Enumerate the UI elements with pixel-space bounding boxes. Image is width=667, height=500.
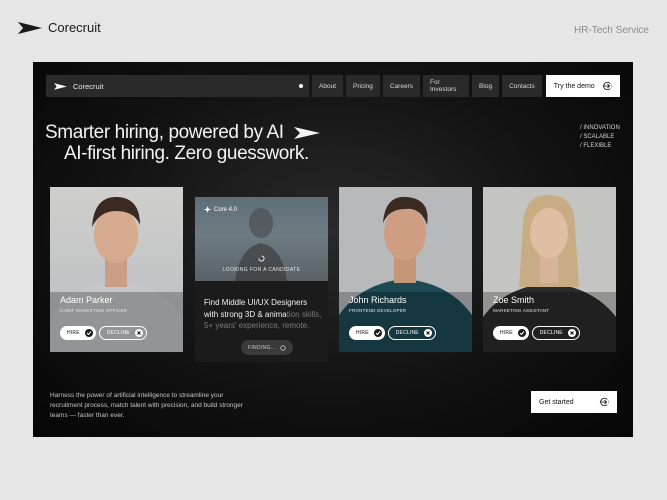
nav-link-careers[interactable]: Careers	[382, 75, 420, 97]
try-demo-button[interactable]: Try the demo	[545, 75, 620, 97]
candidate-name: Adam Parker	[60, 295, 113, 305]
hire-button[interactable]: HIRE	[349, 326, 385, 340]
close-icon	[423, 329, 432, 337]
candidate-actions: HIRE DECLINE	[60, 326, 147, 340]
finding-button[interactable]: FINDING...	[241, 340, 293, 355]
nav-link-contacts[interactable]: Contacts	[502, 75, 542, 97]
logo-arrow-icon	[293, 126, 320, 139]
search-status: LOOKING FOR A CANDIDATE	[222, 267, 301, 273]
outer-brand-name: Corecruit	[48, 20, 101, 35]
candidate-actions: HIRE DECLINE	[493, 326, 580, 340]
hire-button[interactable]: HIRE	[60, 326, 96, 340]
check-icon	[517, 329, 526, 337]
decline-button[interactable]: DECLINE	[531, 326, 580, 340]
candidate-card: Adam Parker CHIEF MARKETING OFFICER HIRE…	[50, 187, 183, 352]
login-arrow-icon	[602, 81, 612, 91]
ai-search-card: Core 4.0 LOOKING FOR A CANDIDATE Find Mi…	[195, 197, 328, 362]
candidate-name: John Richards	[349, 295, 407, 305]
logo-mark-icon	[18, 21, 42, 34]
get-started-label: Get started	[539, 398, 574, 406]
nav-link-pricing[interactable]: Pricing	[346, 75, 380, 97]
check-icon	[84, 329, 93, 337]
hero-tags: / INNOVATION / SCALABLE / FLEXIBLE	[580, 124, 620, 151]
tag-innovation: / INNOVATION	[580, 125, 620, 131]
login-arrow-icon	[599, 397, 609, 407]
candidate-role: CHIEF MARKETING OFFICER	[60, 308, 128, 313]
tag-flexible: / FLEXIBLE	[580, 143, 612, 149]
site-preview: Corecruit About Pricing Careers For Inve…	[33, 62, 633, 437]
candidate-actions: HIRE DECLINE	[349, 326, 436, 340]
close-icon	[134, 329, 143, 337]
close-icon	[567, 329, 576, 337]
loading-spinner-icon	[258, 255, 265, 262]
outer-tagline: HR-Tech Service	[573, 25, 649, 36]
check-icon	[373, 329, 382, 337]
decline-button[interactable]: DECLINE	[387, 326, 436, 340]
candidate-card: John Richards FRONTEND DEVELOPER HIRE DE…	[339, 187, 472, 352]
nav-brand-name: Corecruit	[73, 81, 104, 91]
search-preview: Core 4.0 LOOKING FOR A CANDIDATE	[195, 197, 328, 281]
candidate-role: MARKETING ASSISTANT	[493, 308, 550, 313]
top-navigation: Corecruit About Pricing Careers For Inve…	[46, 75, 620, 97]
nav-brand[interactable]: Corecruit	[46, 75, 309, 97]
get-started-button[interactable]: Get started	[531, 391, 617, 413]
logo-mark-icon	[54, 82, 67, 90]
nav-link-investors[interactable]: For Investors	[423, 75, 470, 97]
try-demo-label: Try the demo	[553, 82, 595, 90]
candidate-role: FRONTEND DEVELOPER	[349, 308, 407, 313]
hire-button[interactable]: HIRE	[493, 326, 529, 340]
outer-logo[interactable]: Corecruit	[18, 20, 101, 35]
footer-description: Harness the power of artificial intellig…	[50, 392, 243, 419]
loading-circle-icon	[280, 344, 286, 351]
nav-link-blog[interactable]: Blog	[472, 75, 500, 97]
hero-headline-1: Smarter hiring, powered by AI	[45, 122, 320, 144]
candidate-card: Zoe Smith MARKETING ASSISTANT HIRE DECLI…	[483, 187, 616, 352]
search-query: Find Middle UI/UX Designers with strong …	[204, 298, 322, 330]
hero-headline-2: AI-first hiring. Zero guesswork.	[64, 143, 309, 164]
decline-button[interactable]: DECLINE	[98, 326, 147, 340]
sparkle-icon	[204, 206, 211, 213]
nav-link-about[interactable]: About	[312, 75, 343, 97]
candidate-name: Zoe Smith	[493, 295, 535, 305]
ai-model-badge: Core 4.0	[204, 206, 237, 213]
status-dot-icon	[299, 84, 303, 88]
tag-scalable: / SCALABLE	[580, 134, 615, 140]
